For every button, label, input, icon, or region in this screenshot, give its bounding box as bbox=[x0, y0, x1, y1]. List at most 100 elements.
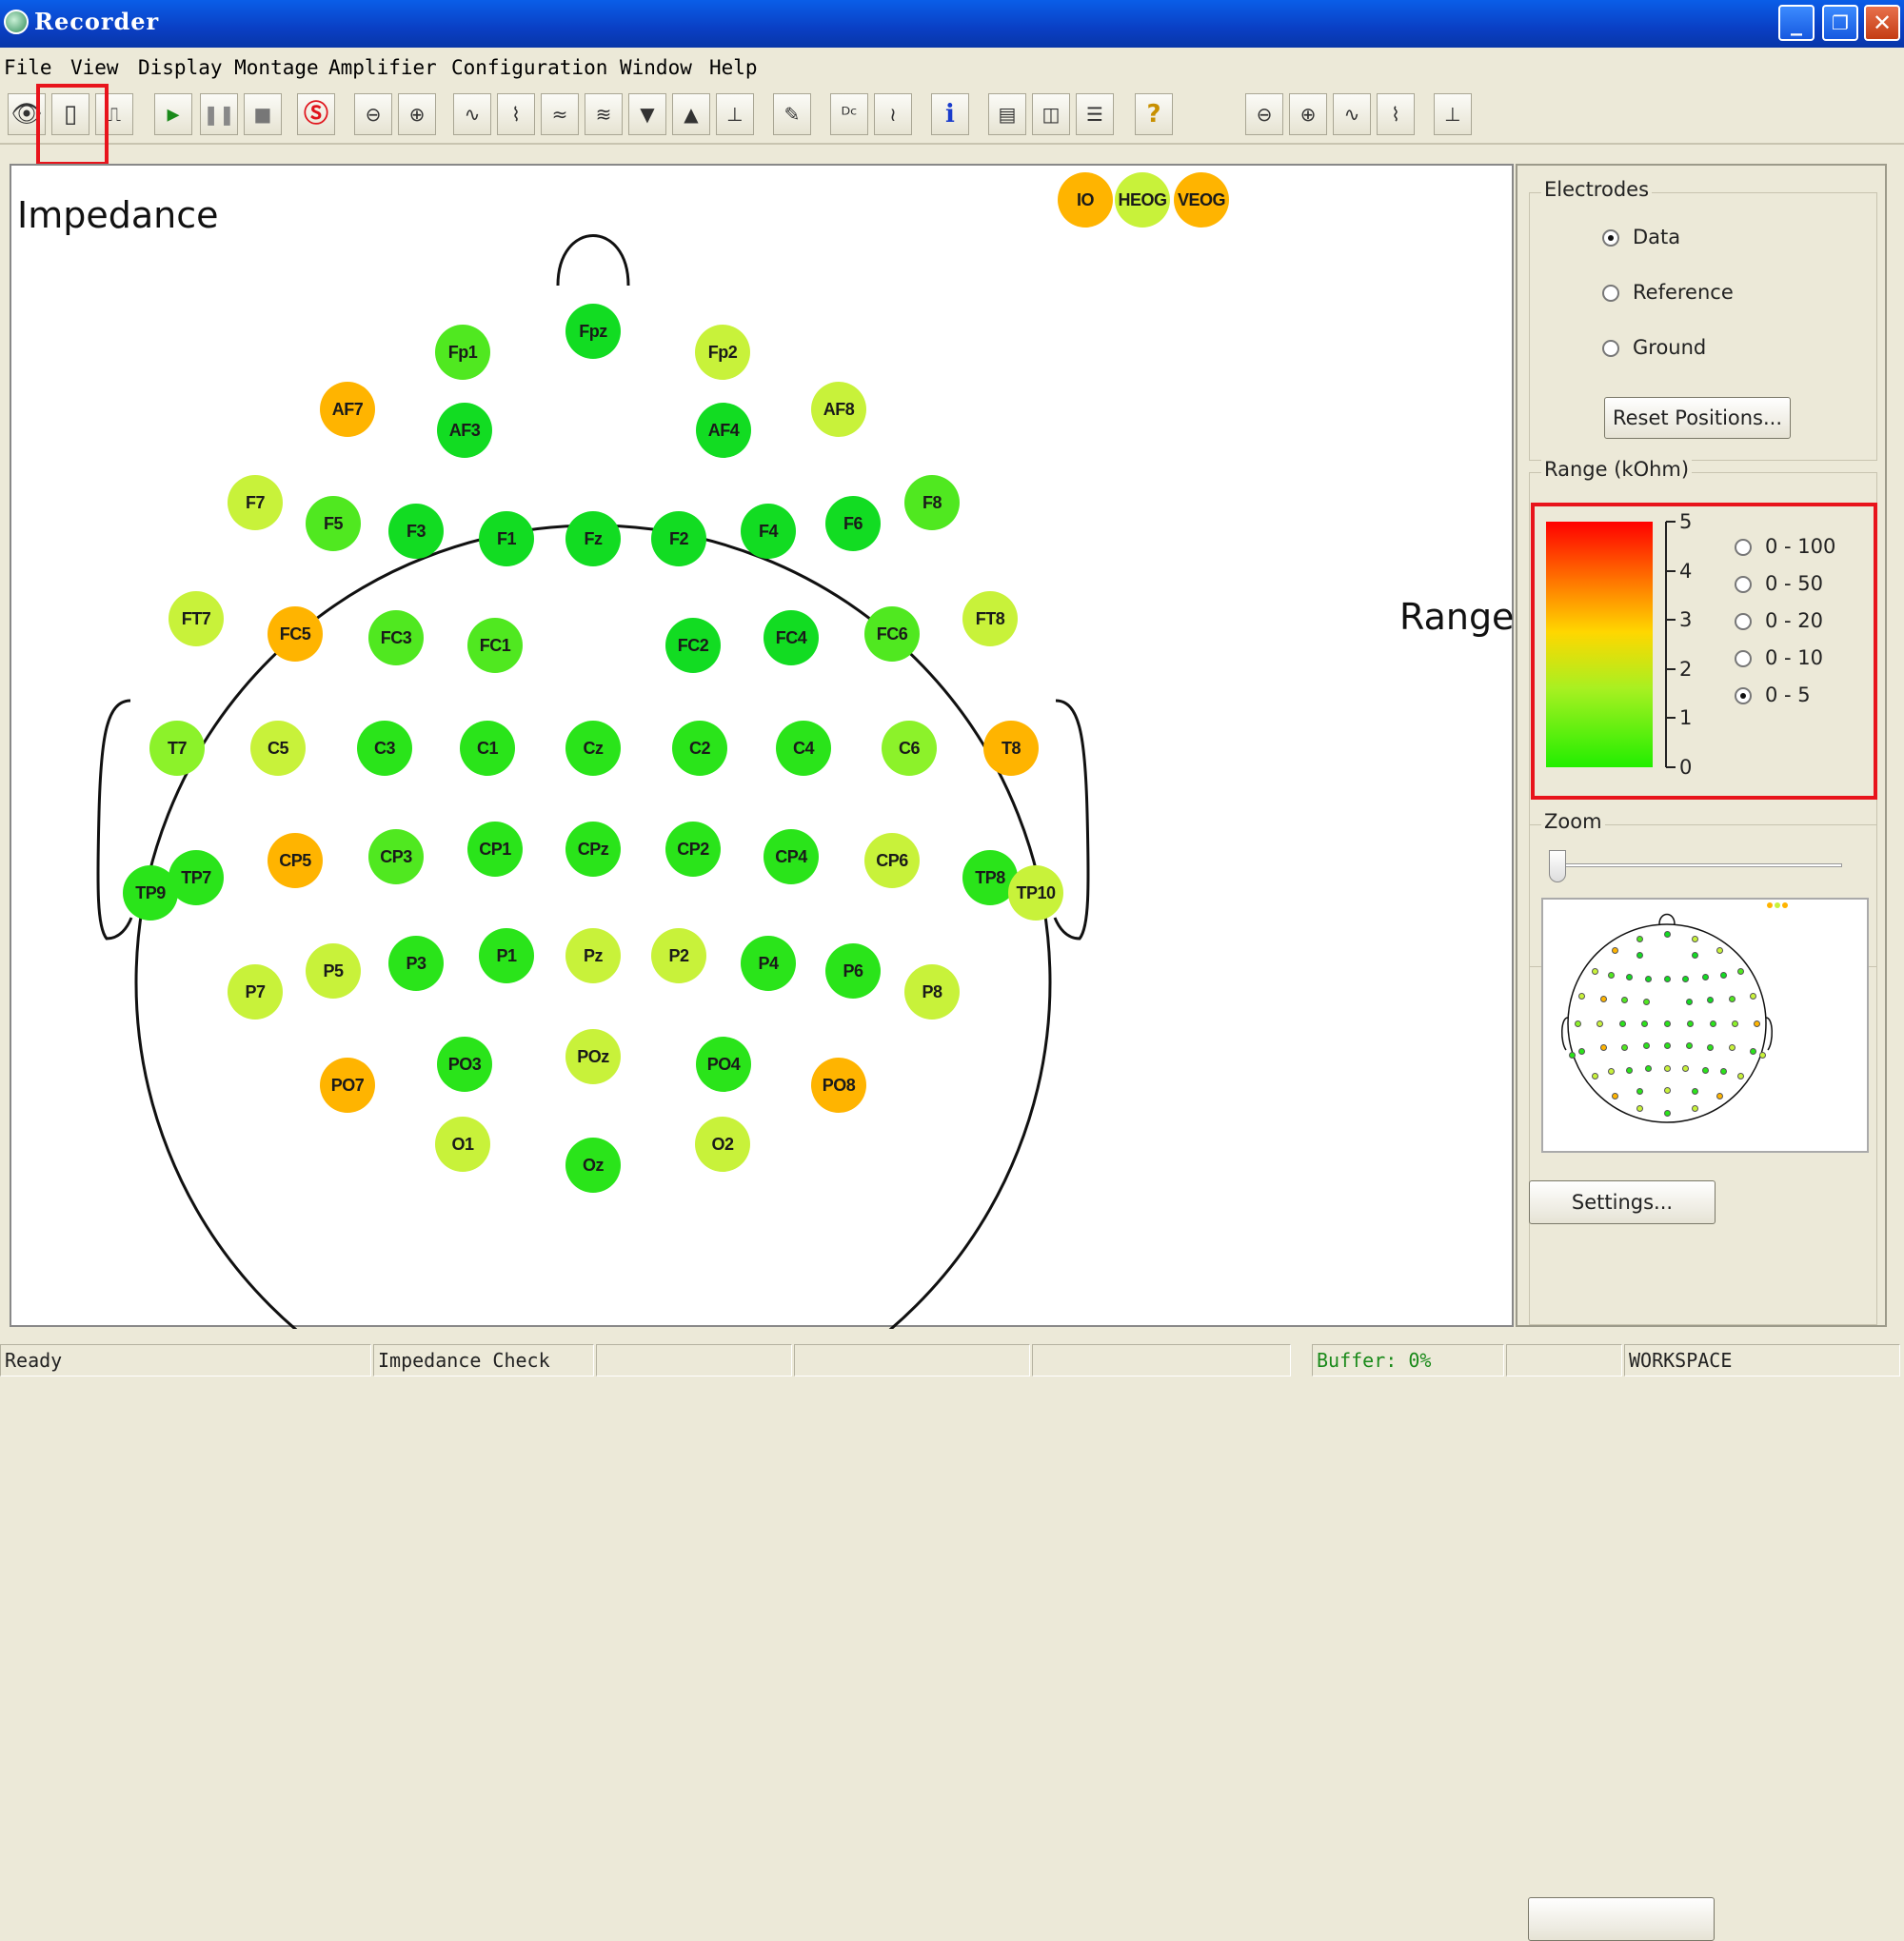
electrode-c3[interactable]: C3 bbox=[357, 721, 412, 776]
electrode-fp1[interactable]: Fp1 bbox=[435, 325, 490, 380]
electrode-oz[interactable]: Oz bbox=[565, 1138, 621, 1193]
zoom-in-icon[interactable]: ⊕ bbox=[398, 93, 436, 135]
radio-data-dot[interactable] bbox=[1602, 229, 1619, 247]
minimize-button[interactable]: _ bbox=[1778, 5, 1815, 41]
electrode-io[interactable]: IO bbox=[1058, 172, 1113, 228]
radio-reference-dot[interactable] bbox=[1602, 285, 1619, 302]
radio-data[interactable]: Data bbox=[1602, 226, 1680, 248]
electrode-cp2[interactable]: CP2 bbox=[665, 822, 721, 877]
triangle-down-icon[interactable]: ▼ bbox=[628, 93, 666, 135]
electrode-fz[interactable]: Fz bbox=[565, 511, 621, 566]
electrode-p7[interactable]: P7 bbox=[228, 964, 283, 1020]
menu-amplifier[interactable]: Amplifier bbox=[328, 56, 437, 79]
electrode-cp5[interactable]: CP5 bbox=[268, 833, 323, 888]
electrode-cz[interactable]: Cz bbox=[565, 721, 621, 776]
menu-window[interactable]: Window bbox=[620, 56, 692, 79]
radio-range-100[interactable]: 0 - 100 bbox=[1735, 535, 1835, 558]
radio-range-10[interactable]: 0 - 10 bbox=[1735, 646, 1823, 669]
electrode-af7[interactable]: AF7 bbox=[320, 382, 375, 437]
radio-range-20[interactable]: 0 - 20 bbox=[1735, 609, 1823, 632]
electrode-cp6[interactable]: CP6 bbox=[864, 833, 920, 888]
menu-help[interactable]: Help bbox=[709, 56, 758, 79]
radio-range-5-dot[interactable] bbox=[1735, 687, 1752, 704]
radio-range-20-dot[interactable] bbox=[1735, 613, 1752, 630]
electrode-af4[interactable]: AF4 bbox=[696, 403, 751, 458]
window-icon[interactable]: ▤ bbox=[988, 93, 1026, 135]
electrode-cpz[interactable]: CPz bbox=[565, 822, 621, 877]
play-icon[interactable]: ▸ bbox=[154, 93, 192, 135]
electrode-t8[interactable]: T8 bbox=[983, 721, 1039, 776]
electrode-po8[interactable]: PO8 bbox=[811, 1058, 866, 1113]
radio-range-10-dot[interactable] bbox=[1735, 650, 1752, 667]
electrode-c6[interactable]: C6 bbox=[882, 721, 937, 776]
help-icon[interactable]: ? bbox=[1135, 93, 1173, 135]
electrode-tp7[interactable]: TP7 bbox=[169, 850, 224, 905]
zoom-in-2-icon[interactable]: ⊕ bbox=[1289, 93, 1327, 135]
electrode-po3[interactable]: PO3 bbox=[437, 1037, 492, 1092]
channel-icon[interactable]: ⌇ bbox=[497, 93, 535, 135]
menu-file[interactable]: File bbox=[4, 56, 52, 79]
zoom-out-2-icon[interactable]: ⊖ bbox=[1245, 93, 1283, 135]
electrode-veog[interactable]: VEOG bbox=[1174, 172, 1229, 228]
electrode-c2[interactable]: C2 bbox=[672, 721, 727, 776]
electrode-p3[interactable]: P3 bbox=[388, 936, 444, 991]
stop-recording-icon[interactable]: Ⓢ bbox=[297, 93, 335, 135]
electrode-af3[interactable]: AF3 bbox=[437, 403, 492, 458]
channel-2-icon[interactable]: ⌇ bbox=[1377, 93, 1415, 135]
electrode-cp4[interactable]: CP4 bbox=[764, 829, 819, 884]
electrode-t7[interactable]: T7 bbox=[149, 721, 205, 776]
electrode-f8[interactable]: F8 bbox=[904, 475, 960, 530]
pause-icon[interactable]: ❚❚ bbox=[200, 93, 238, 135]
electrode-po7[interactable]: PO7 bbox=[320, 1058, 375, 1113]
electrode-poz[interactable]: POz bbox=[565, 1029, 621, 1084]
triangle-up-icon[interactable]: ▲ bbox=[672, 93, 710, 135]
pen-icon[interactable]: ✎ bbox=[773, 93, 811, 135]
zoom-slider-thumb[interactable] bbox=[1549, 850, 1566, 882]
rows-icon[interactable]: ☰ bbox=[1076, 93, 1114, 135]
marker-2-icon[interactable]: ⊥ bbox=[1434, 93, 1472, 135]
radio-range-5[interactable]: 0 - 5 bbox=[1735, 683, 1811, 706]
electrode-f6[interactable]: F6 bbox=[825, 496, 881, 551]
wave-2-icon[interactable]: ∿ bbox=[1333, 93, 1371, 135]
marker-icon[interactable]: ⊥ bbox=[716, 93, 754, 135]
filter-icon[interactable]: ≋ bbox=[585, 93, 623, 135]
stop-icon[interactable]: ■ bbox=[244, 93, 282, 135]
electrode-o2[interactable]: O2 bbox=[695, 1117, 750, 1172]
restore-button[interactable]: ❐ bbox=[1822, 5, 1858, 41]
electrode-fc3[interactable]: FC3 bbox=[368, 610, 424, 665]
electrode-fc6[interactable]: FC6 bbox=[864, 606, 920, 662]
close-button[interactable]: ✕ bbox=[1864, 5, 1900, 41]
electrode-fc4[interactable]: FC4 bbox=[764, 610, 819, 665]
electrode-af8[interactable]: AF8 bbox=[811, 382, 866, 437]
zoom-out-icon[interactable]: ⊖ bbox=[354, 93, 392, 135]
electrode-f4[interactable]: F4 bbox=[741, 504, 796, 559]
radio-ground-dot[interactable] bbox=[1602, 340, 1619, 357]
electrode-p6[interactable]: P6 bbox=[825, 943, 881, 999]
electrode-po4[interactable]: PO4 bbox=[696, 1037, 751, 1092]
electrode-heog[interactable]: HEOG bbox=[1115, 172, 1170, 228]
electrode-p1[interactable]: P1 bbox=[479, 928, 534, 983]
radio-ground[interactable]: Ground bbox=[1602, 336, 1706, 359]
electrode-ft8[interactable]: FT8 bbox=[962, 591, 1018, 646]
electrode-f3[interactable]: F3 bbox=[388, 504, 444, 559]
electrode-cp1[interactable]: CP1 bbox=[467, 822, 523, 877]
menu-configuration[interactable]: Configuration bbox=[451, 56, 607, 79]
electrode-fc2[interactable]: FC2 bbox=[665, 618, 721, 673]
electrode-ft7[interactable]: FT7 bbox=[169, 591, 224, 646]
electrode-fc1[interactable]: FC1 bbox=[467, 618, 523, 673]
electrode-fc5[interactable]: FC5 bbox=[268, 606, 323, 662]
electrode-cp3[interactable]: CP3 bbox=[368, 829, 424, 884]
reset-positions-button[interactable]: Reset Positions... bbox=[1604, 397, 1791, 439]
electrode-c1[interactable]: C1 bbox=[460, 721, 515, 776]
electrode-p5[interactable]: P5 bbox=[306, 943, 361, 999]
electrode-c4[interactable]: C4 bbox=[776, 721, 831, 776]
electrode-pz[interactable]: Pz bbox=[565, 928, 621, 983]
radio-range-50[interactable]: 0 - 50 bbox=[1735, 572, 1823, 595]
dc-icon[interactable]: ᴰᶜ bbox=[830, 93, 868, 135]
menu-display-montage[interactable]: Display Montage bbox=[138, 56, 319, 79]
radio-reference[interactable]: Reference bbox=[1602, 281, 1734, 304]
electrode-p4[interactable]: P4 bbox=[741, 936, 796, 991]
zoom-slider-track[interactable] bbox=[1551, 863, 1842, 867]
electrode-p8[interactable]: P8 bbox=[904, 964, 960, 1020]
baseline-icon[interactable]: ≈ bbox=[541, 93, 579, 135]
